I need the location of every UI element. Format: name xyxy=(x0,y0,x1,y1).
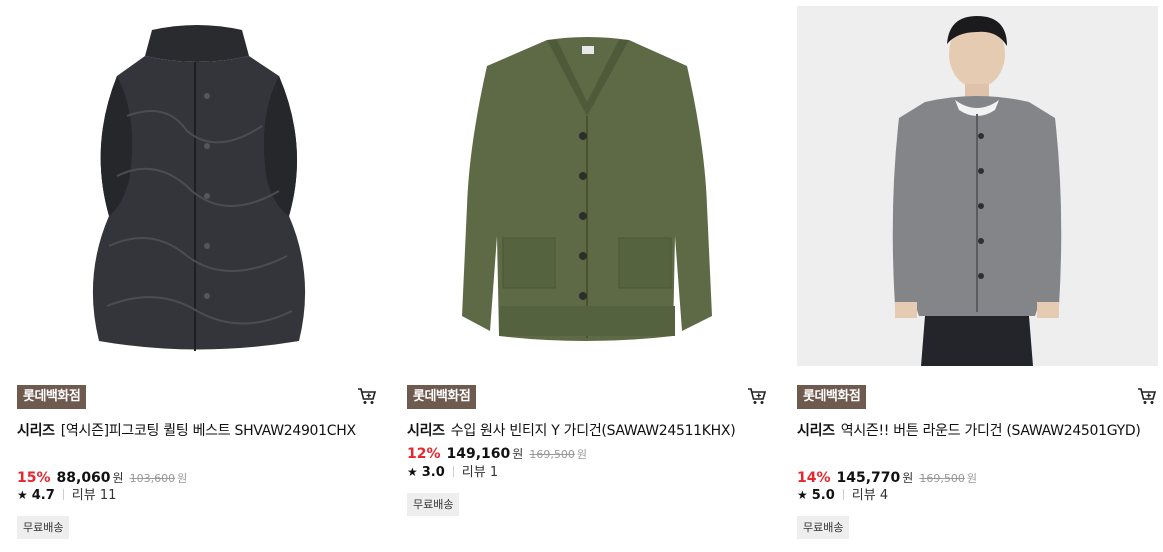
rating-row: ★ 4.7 리뷰 11 xyxy=(17,486,116,505)
rating-score: 3.0 xyxy=(421,465,445,480)
sale-price: 145,770 xyxy=(836,470,901,486)
cart-icon[interactable] xyxy=(357,387,377,405)
review-count: 리뷰 11 xyxy=(71,488,117,503)
rating-row: ★ 3.0 리뷰 1 xyxy=(407,463,498,482)
free-shipping-chip: 무료배송 xyxy=(407,493,460,516)
brand-name: 시리즈 xyxy=(797,423,835,439)
product-image[interactable] xyxy=(17,6,378,366)
currency-label: 원 xyxy=(902,471,914,485)
free-shipping-chip: 무료배송 xyxy=(797,516,850,539)
star-icon: ★ xyxy=(797,488,808,502)
original-price: 169,500 xyxy=(919,472,965,485)
product-image[interactable] xyxy=(407,6,768,366)
sale-price: 88,060 xyxy=(56,470,111,486)
store-badge: 롯데백화점 xyxy=(17,385,87,409)
product-card[interactable]: 롯데백화점 시리즈 [역시즌]피그코팅 퀼팅 베스트 SHVAW24901CHX … xyxy=(17,0,378,552)
free-shipping-chip: 무료배송 xyxy=(17,516,70,539)
divider xyxy=(842,489,844,500)
currency-label: 원 xyxy=(112,471,124,485)
original-currency-label: 원 xyxy=(576,448,587,461)
star-icon: ★ xyxy=(407,465,418,479)
cart-icon[interactable] xyxy=(1137,387,1157,405)
product-name: 역시즌!! 버튼 라운드 가디건 (SAWAW24501GYD) xyxy=(840,423,1141,439)
divider xyxy=(452,466,454,477)
original-currency-label: 원 xyxy=(177,472,188,485)
discount-rate: 12% xyxy=(407,446,441,462)
original-currency-label: 원 xyxy=(966,472,977,485)
review-count: 리뷰 4 xyxy=(851,488,889,503)
original-price: 169,500 xyxy=(529,448,575,461)
price-row: 12% 149,160 원 169,500 원 xyxy=(407,445,587,464)
discount-rate: 15% xyxy=(17,470,51,486)
star-icon: ★ xyxy=(17,488,28,502)
store-badge: 롯데백화점 xyxy=(407,385,477,409)
review-count: 리뷰 1 xyxy=(461,465,499,480)
olive-cardigan-photo xyxy=(407,6,768,366)
product-card[interactable]: 롯데백화점 시리즈 수입 원사 빈티지 Y 가디건(SAWAW24511KHX) … xyxy=(407,0,768,552)
quilted-vest-photo xyxy=(17,6,378,366)
currency-label: 원 xyxy=(512,447,524,461)
sale-price: 149,160 xyxy=(446,446,511,462)
brand-name: 시리즈 xyxy=(407,423,445,439)
divider xyxy=(62,489,64,500)
cart-icon[interactable] xyxy=(747,387,767,405)
rating-row: ★ 5.0 리뷰 4 xyxy=(797,486,888,505)
original-price: 103,600 xyxy=(129,472,176,485)
product-title[interactable]: 시리즈 수입 원사 빈티지 Y 가디건(SAWAW24511KHX) xyxy=(407,420,768,442)
product-name: [역시즌]피그코팅 퀼팅 베스트 SHVAW24901CHX xyxy=(60,423,356,439)
rating-score: 4.7 xyxy=(31,488,55,503)
product-title[interactable]: 시리즈 역시즌!! 버튼 라운드 가디건 (SAWAW24501GYD) xyxy=(797,420,1158,442)
product-title[interactable]: 시리즈 [역시즌]피그코팅 퀼팅 베스트 SHVAW24901CHX xyxy=(17,420,378,442)
product-image[interactable] xyxy=(797,6,1158,366)
product-card[interactable]: 롯데백화점 시리즈 역시즌!! 버튼 라운드 가디건 (SAWAW24501GYD… xyxy=(797,0,1158,552)
model-gray-cardigan-photo xyxy=(797,6,1158,366)
store-badge: 롯데백화점 xyxy=(797,385,867,409)
brand-name: 시리즈 xyxy=(17,423,55,439)
rating-score: 5.0 xyxy=(811,488,835,503)
discount-rate: 14% xyxy=(797,470,831,486)
product-name: 수입 원사 빈티지 Y 가디건(SAWAW24511KHX) xyxy=(450,423,736,439)
